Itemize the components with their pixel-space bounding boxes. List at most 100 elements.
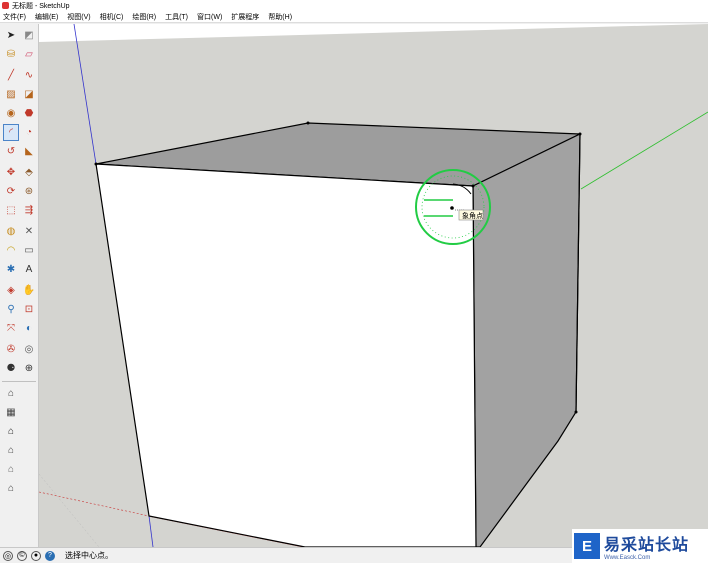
tool-row: ✱ A — [3, 261, 38, 278]
polygon-icon[interactable]: ⬣ — [21, 105, 37, 122]
zoom-window-icon[interactable]: ⊡ — [21, 301, 37, 318]
text-label-icon[interactable]: ▭ — [21, 242, 37, 259]
tool-row: ⟳ ⊛ — [3, 183, 38, 200]
watermark-logo: E — [574, 533, 600, 559]
line-pencil-icon[interactable]: ╱ — [3, 67, 19, 84]
tool-row: ⚈ ⊕ — [3, 360, 38, 377]
tool-row: ✇ ◎ — [3, 341, 38, 358]
two-point-arc-icon[interactable]: ↺ — [3, 143, 19, 160]
inference-tooltip: 象角点 — [462, 211, 483, 220]
house-front-icon[interactable]: ⌂ — [3, 442, 19, 459]
vertex — [306, 121, 310, 125]
menu-extensions[interactable]: 扩展程序 — [231, 12, 259, 22]
menu-view[interactable]: 视图(V) — [67, 12, 90, 22]
position-camera-icon[interactable]: ✇ — [3, 341, 19, 358]
tool-row: ▦ — [3, 404, 38, 421]
house-outline-icon[interactable]: ⌂ — [3, 461, 19, 478]
paint-bucket-icon[interactable]: ⛁ — [3, 46, 19, 63]
help-icon[interactable]: ? — [45, 550, 55, 561]
tool-group: ✥ ⬘ ⟳ ⊛ ⬚ ⇶ — [0, 164, 38, 219]
eraser-icon[interactable]: ▱ — [21, 46, 37, 63]
zoom-extents-icon[interactable]: ⤧ — [3, 320, 19, 337]
status-message: 选择中心点。 — [65, 551, 113, 560]
cursor-point — [450, 206, 454, 210]
tool-row: ◠ ▭ — [3, 242, 38, 259]
tool-row: ⌂ — [3, 442, 38, 459]
toolbar-separator — [2, 381, 36, 382]
dimension-icon[interactable]: ✕ — [21, 223, 37, 240]
window-title: 无标题 - SketchUp — [12, 2, 70, 10]
tool-row: ➤ ◩ — [3, 27, 38, 44]
model-canvas[interactable]: 象角点 — [39, 24, 708, 547]
vertex — [471, 184, 475, 188]
menu-window[interactable]: 窗口(W) — [197, 12, 222, 22]
pie-icon[interactable]: ◔ — [21, 124, 37, 141]
menu-bar: 文件(F) 编辑(E) 视图(V) 相机(C) 绘图(R) 工具(T) 窗口(W… — [0, 11, 708, 23]
user-icon[interactable]: ● — [31, 550, 41, 561]
rotate-icon[interactable]: ⟳ — [3, 183, 19, 200]
menu-draw[interactable]: 绘图(R) — [132, 12, 156, 22]
pan-icon[interactable]: ✋ — [21, 282, 37, 299]
warehouse-icon[interactable]: ⌂ — [3, 385, 19, 402]
circle-icon[interactable]: ◉ — [3, 105, 19, 122]
tool-row: ◜ ◔ — [3, 124, 38, 141]
arc-icon[interactable]: ◜ — [3, 124, 19, 141]
watermark: E 易采站长站 Www.Easck.Com — [572, 529, 708, 563]
select-arrow-icon[interactable]: ➤ — [3, 27, 19, 44]
tool-row: ⛁ ▱ — [3, 46, 38, 63]
freehand-icon[interactable]: ∿ — [21, 67, 37, 84]
tool-row: ⚲ ⊡ — [3, 301, 38, 318]
watermark-title: 易采站长站 — [604, 537, 690, 554]
offset-icon[interactable]: ⇶ — [21, 202, 37, 219]
tool-row: ▨ ◪ — [3, 86, 38, 103]
vertex — [94, 162, 98, 166]
tool-row: ╱ ∿ — [3, 67, 38, 84]
tool-row: ✥ ⬘ — [3, 164, 38, 181]
house-open-icon[interactable]: ⌂ — [3, 480, 19, 497]
rotated-rectangle-icon[interactable]: ◪ — [21, 86, 37, 103]
tool-row: ⌂ — [3, 461, 38, 478]
scale-icon[interactable]: ⬚ — [3, 202, 19, 219]
geo-location-icon[interactable]: ◎ — [3, 550, 13, 561]
move-icon[interactable]: ✥ — [3, 164, 19, 181]
three-point-arc-icon[interactable]: ◣ — [21, 143, 37, 160]
tool-group: ╱ ∿ ▨ ◪ ◉ ⬣ ◜ ◔ ↺ ◣ — [0, 67, 38, 160]
model-viewport[interactable]: 象角点 — [39, 24, 708, 547]
follow-me-icon[interactable]: ⊛ — [21, 183, 37, 200]
tool-row: ◉ ⬣ — [3, 105, 38, 122]
title-bar: 无标题 - SketchUp — [0, 0, 708, 11]
menu-help[interactable]: 帮助(H) — [268, 12, 292, 22]
tool-row: ⤧ ◐ — [3, 320, 38, 337]
tape-measure-icon[interactable]: ◍ — [3, 223, 19, 240]
tool-group: ◍ ✕ ◠ ▭ ✱ A — [0, 223, 38, 278]
menu-tools[interactable]: 工具(T) — [165, 12, 188, 22]
sketchup-logo-icon — [2, 2, 9, 9]
tool-row: ◍ ✕ — [3, 223, 38, 240]
3d-text-icon[interactable]: A — [21, 261, 37, 278]
home-icon[interactable]: ⌂ — [3, 423, 19, 440]
section-plane-icon[interactable]: ⊕ — [21, 360, 37, 377]
watermark-url: Www.Easck.Com — [604, 555, 651, 561]
credits-icon[interactable]: © — [17, 550, 27, 561]
axes-icon[interactable]: ✱ — [3, 261, 19, 278]
tool-row: ◈ ✋ — [3, 282, 38, 299]
protractor-icon[interactable]: ◠ — [3, 242, 19, 259]
tool-group: ✇ ◎ ⚈ ⊕ — [0, 341, 38, 377]
tool-row: ⌂ — [3, 480, 38, 497]
vertex — [578, 132, 582, 136]
tool-row: ⬚ ⇶ — [3, 202, 38, 219]
orbit-icon[interactable]: ◈ — [3, 282, 19, 299]
menu-edit[interactable]: 编辑(E) — [35, 12, 58, 22]
components-icon[interactable]: ▦ — [3, 404, 19, 421]
menu-camera[interactable]: 相机(C) — [100, 12, 124, 22]
eraser-paint-icon[interactable]: ◩ — [21, 27, 37, 44]
menu-file[interactable]: 文件(F) — [3, 12, 26, 22]
tool-row: ⌂ — [3, 385, 38, 402]
previous-view-icon[interactable]: ◐ — [21, 320, 37, 337]
look-around-icon[interactable]: ◎ — [21, 341, 37, 358]
vertex — [574, 410, 578, 414]
walk-icon[interactable]: ⚈ — [3, 360, 19, 377]
rectangle-icon[interactable]: ▨ — [3, 86, 19, 103]
push-pull-icon[interactable]: ⬘ — [21, 164, 37, 181]
zoom-icon[interactable]: ⚲ — [3, 301, 19, 318]
